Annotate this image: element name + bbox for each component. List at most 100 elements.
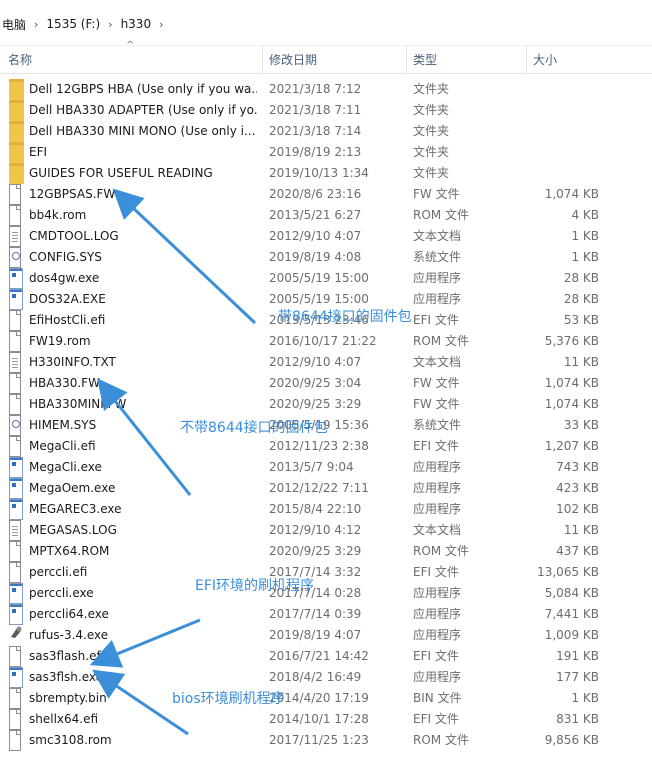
breadcrumb-item-drive[interactable]: 1535 (F:)	[44, 17, 102, 31]
file-type: 应用程序	[413, 586, 462, 600]
file-type: 应用程序	[413, 292, 462, 306]
file-name: Dell HBA330 MINI MONO (Use only i...	[29, 124, 256, 138]
file-row-icon	[9, 247, 25, 268]
file-name: H330INFO.TXT	[29, 355, 116, 369]
file-date: 2012/9/10 4:12	[269, 523, 362, 537]
text-file-icon	[9, 520, 21, 541]
file-date: 2012/12/22 7:11	[269, 481, 369, 495]
application-icon	[9, 583, 23, 604]
file-type: 文本文档	[413, 355, 462, 369]
file-row-icon	[9, 142, 25, 163]
column-divider[interactable]	[526, 46, 527, 74]
file-row[interactable]: MEGASAS.LOG 2012/9/10 4:12 文本文档 11 KB	[0, 520, 652, 541]
breadcrumb-item-folder[interactable]: h330	[119, 17, 154, 31]
file-row[interactable]: Dell HBA330 MINI MONO (Use only i... 2021…	[0, 121, 652, 142]
file-name: 12GBPSAS.FW	[29, 187, 116, 201]
file-type: EFI 文件	[413, 439, 459, 453]
file-row[interactable]: sbrempty.bin 2014/4/20 17:19 BIN 文件 1 KB	[0, 688, 652, 709]
file-size: 11 KB	[563, 523, 599, 537]
file-size: 5,084 KB	[544, 586, 599, 600]
system-file-icon	[9, 247, 21, 268]
file-row[interactable]: Dell HBA330 ADAPTER (Use only if yo... 20…	[0, 100, 652, 121]
file-date: 2013/5/7 9:04	[269, 460, 354, 474]
address-bar[interactable]: 电脑 › 1535 (F:) › h330 ›	[0, 0, 652, 46]
file-row-icon	[9, 310, 25, 331]
file-row[interactable]: MPTX64.ROM 2020/9/25 3:29 ROM 文件 437 KB	[0, 541, 652, 562]
file-type: 应用程序	[413, 628, 462, 642]
file-row[interactable]: shellx64.efi 2014/10/1 17:28 EFI 文件 831 KB	[0, 709, 652, 730]
file-size: 33 KB	[563, 418, 599, 432]
file-row[interactable]: sas3flsh.exe 2018/4/2 16:49 应用程序 177 KB	[0, 667, 652, 688]
file-name: GUIDES FOR USEFUL READING	[29, 166, 213, 180]
file-row[interactable]: Dell 12GBPS HBA (Use only if you wa... 20…	[0, 79, 652, 100]
file-row[interactable]: CONFIG.SYS 2019/8/19 4:08 系统文件 1 KB	[0, 247, 652, 268]
column-header-row: 名称 修改日期 类型 大小	[0, 46, 652, 74]
file-row[interactable]: FW19.rom 2016/10/17 21:22 ROM 文件 5,376 KB	[0, 331, 652, 352]
text-file-icon	[9, 226, 21, 247]
file-type: 系统文件	[413, 418, 462, 432]
chevron-right-icon[interactable]: ›	[102, 18, 118, 31]
column-header-name[interactable]: 名称	[8, 46, 32, 74]
file-row[interactable]: HBA330MINI.FW 2020/9/25 3:29 FW 文件 1,074 KB	[0, 394, 652, 415]
file-row[interactable]: rufus-3.4.exe 2019/8/19 4:07 应用程序 1,009 KB	[0, 625, 652, 646]
file-type: EFI 文件	[413, 649, 459, 663]
breadcrumb-item-computer[interactable]: 电脑	[0, 16, 28, 33]
file-size: 423 KB	[556, 481, 599, 495]
file-name: MPTX64.ROM	[29, 544, 110, 558]
file-row[interactable]: dos4gw.exe 2005/5/19 15:00 应用程序 28 KB	[0, 268, 652, 289]
file-size: 1,074 KB	[544, 397, 599, 411]
file-icon	[9, 541, 21, 562]
column-header-date[interactable]: 修改日期	[269, 46, 317, 74]
file-size: 743 KB	[556, 460, 599, 474]
file-size: 4 KB	[571, 208, 599, 222]
file-type: ROM 文件	[413, 334, 469, 348]
file-name: MegaCli.efi	[29, 439, 96, 453]
column-header-size[interactable]: 大小	[533, 46, 557, 74]
file-date: 2012/9/10 4:07	[269, 229, 362, 243]
file-name: shellx64.efi	[29, 712, 99, 726]
file-row[interactable]: sas3flash.efi 2016/7/21 14:42 EFI 文件 191 KB	[0, 646, 652, 667]
file-row[interactable]: perccli64.exe 2017/7/14 0:39 应用程序 7,441 KB	[0, 604, 652, 625]
file-row[interactable]: perccli.efi 2017/7/14 3:32 EFI 文件 13,065 KB	[0, 562, 652, 583]
file-icon	[9, 310, 21, 331]
file-type: 应用程序	[413, 481, 462, 495]
file-row[interactable]: H330INFO.TXT 2012/9/10 4:07 文本文档 11 KB	[0, 352, 652, 373]
file-row[interactable]: MEGAREC3.exe 2015/8/4 22:10 应用程序 102 KB	[0, 499, 652, 520]
column-divider[interactable]	[262, 46, 263, 74]
file-row-icon	[9, 625, 25, 646]
file-row-icon	[9, 604, 25, 625]
file-row[interactable]: GUIDES FOR USEFUL READING 2019/10/13 1:34…	[0, 163, 652, 184]
file-date: 2020/9/25 3:29	[269, 397, 362, 411]
file-row[interactable]: MegaCli.exe 2013/5/7 9:04 应用程序 743 KB	[0, 457, 652, 478]
file-date: 2016/7/21 14:42	[269, 649, 369, 663]
file-icon	[9, 646, 21, 667]
file-row[interactable]: smc3108.rom 2017/11/25 1:23 ROM 文件 9,856 KB	[0, 730, 652, 751]
file-date: 2021/3/18 7:11	[269, 103, 362, 117]
file-name: FW19.rom	[29, 334, 91, 348]
file-name: MEGASAS.LOG	[29, 523, 117, 537]
file-name: rufus-3.4.exe	[29, 628, 109, 642]
file-size: 1,009 KB	[544, 628, 599, 642]
file-date: 2019/8/19 4:07	[269, 628, 362, 642]
file-type: ROM 文件	[413, 733, 469, 747]
file-row[interactable]: HBA330.FW 2020/9/25 3:04 FW 文件 1,074 KB	[0, 373, 652, 394]
file-row-icon	[9, 667, 25, 688]
file-row[interactable]: bb4k.rom 2013/5/21 6:27 ROM 文件 4 KB	[0, 205, 652, 226]
file-name: Dell HBA330 ADAPTER (Use only if yo...	[29, 103, 257, 117]
column-divider[interactable]	[406, 46, 407, 74]
file-row[interactable]: perccli.exe 2017/7/14 0:28 应用程序 5,084 KB	[0, 583, 652, 604]
file-row[interactable]: MegaCli.efi 2012/11/23 2:38 EFI 文件 1,207 KB	[0, 436, 652, 457]
column-header-type[interactable]: 类型	[413, 46, 437, 74]
file-row-icon	[9, 520, 25, 541]
file-row[interactable]: 12GBPSAS.FW 2020/8/6 23:16 FW 文件 1,074 KB	[0, 184, 652, 205]
file-name: MEGAREC3.exe	[29, 502, 122, 516]
file-row[interactable]: MegaOem.exe 2012/12/22 7:11 应用程序 423 KB	[0, 478, 652, 499]
file-row[interactable]: EFI 2019/8/19 2:13 文件夹	[0, 142, 652, 163]
file-row-icon	[9, 79, 25, 100]
file-type: 文件夹	[413, 82, 450, 96]
application-icon	[9, 457, 23, 478]
chevron-right-icon[interactable]: ›	[153, 18, 169, 31]
file-row[interactable]: CMDTOOL.LOG 2012/9/10 4:07 文本文档 1 KB	[0, 226, 652, 247]
file-date: 2019/8/19 2:13	[269, 145, 362, 159]
chevron-right-icon[interactable]: ›	[28, 18, 44, 31]
